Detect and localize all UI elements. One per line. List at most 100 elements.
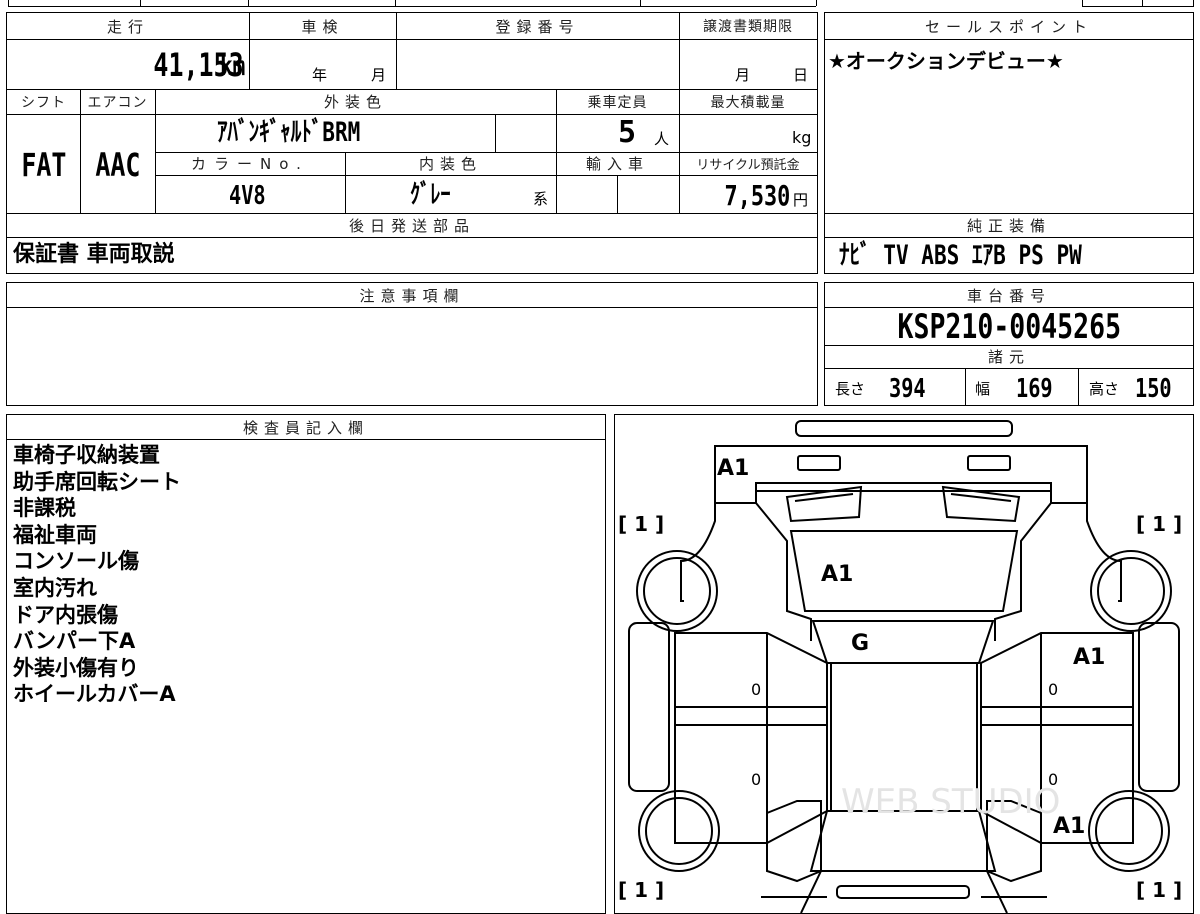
inspector-note: ホイールカバーA [13, 682, 176, 707]
height-label: 高さ [1089, 380, 1120, 398]
aircon-value: AAC [80, 149, 155, 181]
sales-point-panel: セールスポイント ★オークションデビュー★ 純正装備 ﾅﾋﾞ TV ABS ｴｱ… [824, 12, 1194, 274]
interior-color-text: ｸﾞﾚｰ [410, 180, 451, 210]
aircon-header: エアコン [87, 94, 148, 111]
tire-mark-left-front: [ 1 ] [618, 878, 664, 902]
door-mark-left-front: 0 [751, 770, 761, 789]
top-strip-divider [1193, 0, 1194, 6]
car-diagram-panel: WEB STUDIO A1 A1 G A1 A1 [ 1 ] [ 1 ] [ 1… [614, 414, 1194, 914]
row-line [7, 114, 817, 115]
tire-mark-right-front: [ 1 ] [1136, 878, 1182, 902]
watermark: WEB STUDIO [841, 782, 1060, 822]
col-line [617, 175, 618, 213]
tire-mark-right-rear: [ 1 ] [1136, 512, 1182, 536]
height-value-text: 150 [1135, 374, 1172, 404]
equipment-list: ﾅﾋﾞ TV ABS ｴｱB PS PW [839, 240, 1082, 271]
top-strip-divider [640, 0, 641, 6]
inspector-note: 室内汚れ [13, 575, 97, 600]
inspector-panel: 検査員記入欄 車椅子収納装置 助手席回転シート 非課税 福祉車両 コンソール傷 室内汚れド… [6, 414, 606, 914]
left-front-door [766, 800, 822, 883]
rear-bumper [714, 445, 1088, 504]
row-line [7, 39, 817, 40]
exterior-color-text: ｱﾊﾞﾝｷﾞｬﾙﾄﾞBRM [217, 117, 361, 148]
interior-color-suffix: 系 [533, 190, 549, 208]
pillar-right [994, 502, 1052, 641]
chassis-panel: 車台番号 KSP210-0045265 諸元 長さ 394 幅 169 高さ 1… [824, 282, 1194, 406]
color-no-text: 4V8 [229, 181, 266, 211]
door-mark-right-rear: 0 [1048, 680, 1058, 699]
inspection-header: 車検 [301, 17, 344, 36]
length-label: 長さ [835, 380, 866, 398]
col-line [495, 114, 496, 152]
shift-value: FAT [7, 149, 80, 181]
top-strip-divider [1142, 0, 1143, 6]
top-strip-line [8, 6, 816, 7]
grade-roof: G [851, 631, 869, 656]
exterior-color-header: 外装色 [323, 93, 387, 111]
recycle-fee-value: 7,530 [706, 182, 790, 210]
vehicle-info-table: 走行 車検 登録番号 譲渡書類期限 シフト エアコン 外装色 乗車定員 最大積載… [6, 12, 818, 274]
top-strip-divider [140, 0, 141, 6]
inspector-note: 非課税 [13, 496, 76, 521]
row-line [155, 175, 817, 176]
max-load-unit: kg [792, 128, 812, 147]
chassis-header: 車台番号 [966, 286, 1051, 305]
grade-rear-bumper: A1 [717, 456, 749, 481]
length-value: 394 [889, 376, 936, 402]
row-line [825, 368, 1193, 369]
top-strip-divider [1082, 0, 1083, 6]
inspector-note: 福祉車両 [13, 522, 97, 547]
left-side-step [628, 622, 670, 792]
wheel-right-rear [1090, 550, 1172, 632]
top-strip-line [1082, 6, 1194, 7]
color-no-value: 4V8 [229, 183, 276, 209]
rear-lamp-left [797, 455, 841, 471]
recycle-fee-text: 7,530 [724, 179, 790, 212]
rear-quarter-glass-left [785, 485, 863, 523]
inspector-note: 助手席回転シート [13, 469, 181, 494]
import-header: 輸入車 [585, 155, 649, 173]
width-label: 幅 [975, 380, 991, 398]
transfer-day-unit: 日 [793, 66, 809, 84]
chassis-number-text: KSP210-0045265 [897, 307, 1121, 347]
right-side-step [1138, 622, 1180, 792]
wheel-left-front [638, 790, 720, 872]
inspector-note: バンパー下A [13, 629, 136, 654]
inspector-note: 外装小傷有り [13, 655, 139, 680]
door-mark-left-rear: 0 [751, 680, 761, 699]
color-no-header: カラーNo. [191, 155, 309, 173]
wheel-right-rear-inner [1097, 557, 1165, 625]
specs-header: 諸元 [987, 348, 1030, 366]
col-line [965, 368, 966, 405]
registration-header: 登録番号 [495, 17, 580, 36]
top-strip-divider [248, 0, 249, 6]
pillar-left [755, 502, 812, 641]
mileage-unit-text: km [220, 51, 246, 82]
capacity-unit: 人 [654, 130, 670, 148]
rear-lamp-right [967, 455, 1011, 471]
wheel-left-rear-inner [643, 557, 711, 625]
top-strip-divider [395, 0, 396, 6]
a-pillars [800, 870, 1008, 913]
row-line [825, 39, 1193, 40]
grade-right-front-fender: A1 [1053, 814, 1085, 839]
inspection-year-unit: 年 [312, 66, 328, 84]
chassis-number: KSP210-0045265 [825, 310, 1193, 344]
grade-right-rear-door: A1 [1073, 645, 1105, 670]
caution-panel: 注意事項欄 [6, 282, 818, 406]
wheel-right-front [1088, 790, 1170, 872]
row-line [7, 439, 605, 440]
top-strip-divider [816, 0, 817, 6]
transfer-month-unit: 月 [735, 66, 751, 84]
capacity-value: 5 [618, 115, 637, 150]
recycle-fee-header: リサイクル預託金 [696, 158, 800, 173]
wheel-left-front-inner [645, 797, 713, 865]
width-value-text: 169 [1016, 374, 1053, 404]
row-line [7, 307, 817, 308]
shift-header: シフト [21, 94, 66, 111]
mileage-header: 走行 [106, 17, 149, 36]
width-value: 169 [1016, 376, 1063, 402]
exterior-color-value: ｱﾊﾞﾝｷﾞｬﾙﾄﾞBRM [217, 119, 401, 146]
inspection-month-unit: 月 [371, 66, 387, 84]
row-line [825, 237, 1193, 238]
